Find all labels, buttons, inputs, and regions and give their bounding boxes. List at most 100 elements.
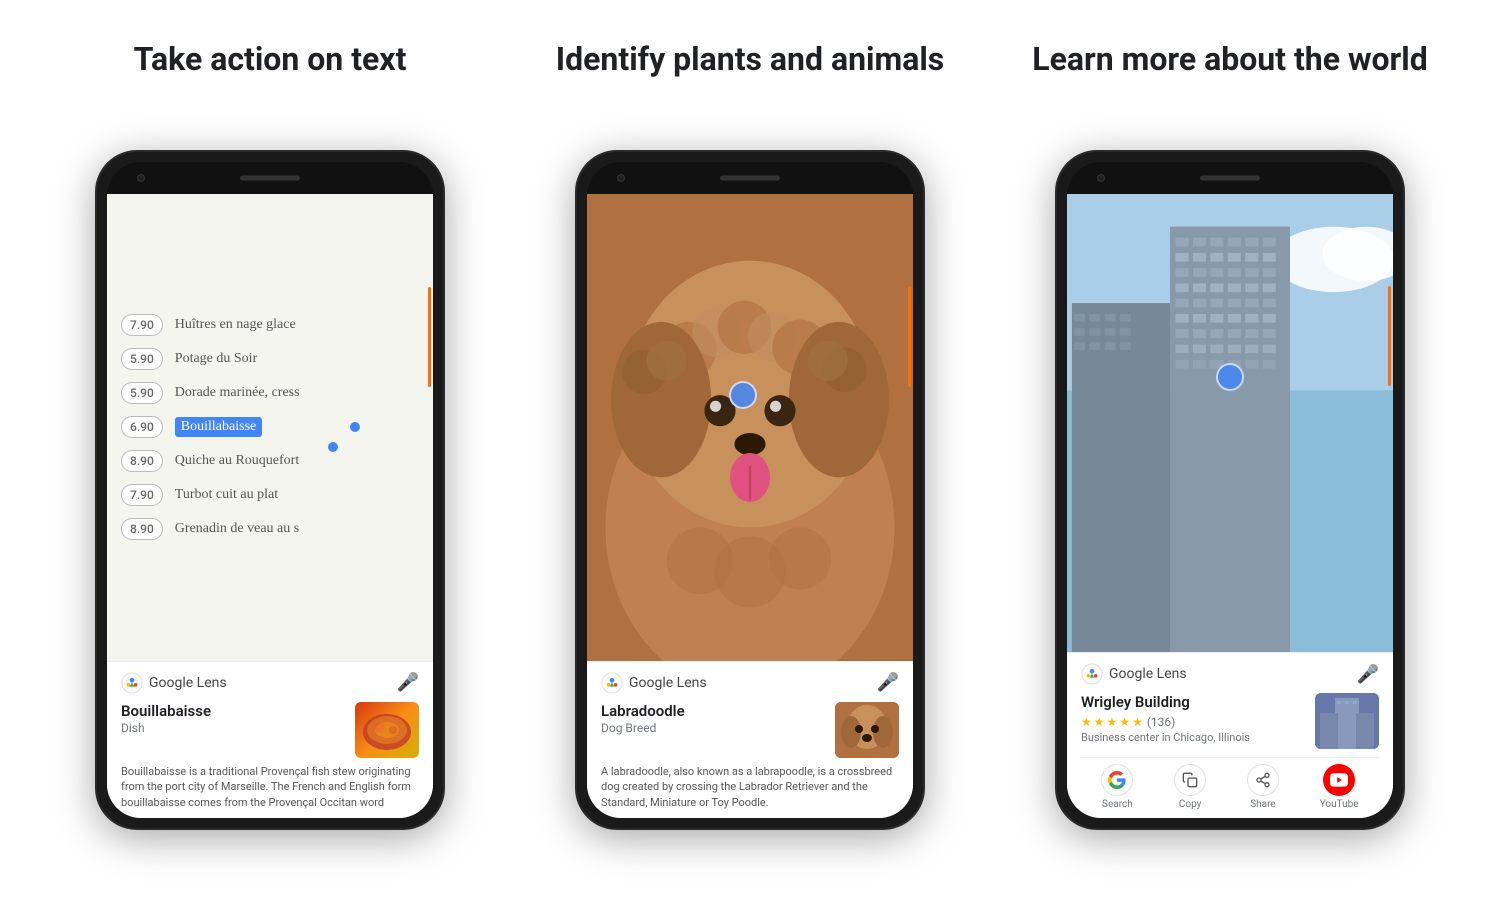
search-action-label: Search	[1102, 799, 1133, 810]
menu-price-6: 7.90	[121, 484, 163, 506]
phone2-bottom-panel: Google Lens 🎤 Labradoodle Dog Breed	[587, 661, 913, 818]
mic-icon-1[interactable]: 🎤	[397, 672, 419, 693]
menu-price-3: 5.90	[121, 382, 163, 404]
star-rating: ★ ★ ★ ★ ★ (136)	[1081, 715, 1307, 729]
building-thumb-svg	[1315, 693, 1379, 749]
menu-item-4-selected: 6.90 Bouillabaisse	[107, 410, 433, 444]
menu-price-5: 8.90	[121, 450, 163, 472]
phone2-screen: Google Lens 🎤 Labradoodle Dog Breed	[587, 194, 913, 818]
menu-item-6: 7.90 Turbot cuit au plat	[107, 478, 433, 512]
phone3-screen: Google Lens 🎤 Wrigley Building ★ ★ ★	[1067, 194, 1393, 818]
phone1-bottom-panel: Google Lens 🎤 Bouillabaisse Dish	[107, 661, 433, 818]
result-thumb-3	[1315, 693, 1379, 749]
dog-thumbnail-img	[835, 702, 899, 758]
result-desc-2: A labradoodle, also known as a labrapood…	[601, 764, 899, 810]
phone3-viewfinder	[1067, 194, 1393, 652]
column-text-action: Take action on text 7.90 Huîtres en nage…	[30, 40, 510, 830]
search-icon-circle	[1101, 764, 1133, 796]
result-subtitle-2: Dog Breed	[601, 721, 827, 735]
lens-logo-1: Google Lens	[121, 672, 227, 694]
youtube-icon-circle	[1323, 764, 1355, 796]
lens-logo-3: Google Lens	[1081, 663, 1187, 685]
menu-price-7: 8.90	[121, 518, 163, 540]
action-youtube[interactable]: YouTube	[1320, 764, 1359, 810]
review-count: (136)	[1147, 715, 1176, 729]
result-row-3: Wrigley Building ★ ★ ★ ★ ★ (136) Busines…	[1081, 693, 1379, 749]
result-desc-1: Bouillabaisse is a traditional Provençal…	[121, 764, 419, 810]
phone-3: Google Lens 🎤 Wrigley Building ★ ★ ★	[1055, 150, 1405, 830]
copy-icon-circle	[1174, 764, 1206, 796]
result-info-3: Wrigley Building ★ ★ ★ ★ ★ (136) Busines…	[1081, 693, 1307, 744]
youtube-action-label: YouTube	[1320, 799, 1359, 810]
col2-title: Identify plants and animals	[556, 40, 944, 120]
lens-logo-text-2: Google Lens	[629, 675, 707, 691]
share-icon-circle	[1247, 764, 1279, 796]
building-svg	[1067, 194, 1393, 652]
youtube-play-icon	[1330, 773, 1348, 787]
menu-price-1: 7.90	[121, 314, 163, 336]
lens-dot-building-inner	[1216, 363, 1244, 391]
phone3-bottom-panel: Google Lens 🎤 Wrigley Building ★ ★ ★	[1067, 652, 1393, 818]
phone-1: 7.90 Huîtres en nage glace 5.90 Potage d…	[95, 150, 445, 830]
menu-item-2: 5.90 Potage du Soir	[107, 342, 433, 376]
food-thumbnail-img	[355, 702, 419, 758]
lens-header-3: Google Lens 🎤	[1081, 663, 1379, 685]
result-info-1: Bouillabaisse Dish	[121, 702, 347, 736]
building-thumbnail-img	[1315, 693, 1379, 749]
result-row-1: Bouillabaisse Dish	[121, 702, 419, 758]
action-buttons-row: Search Copy	[1081, 757, 1379, 810]
scroll-bar-1	[428, 287, 431, 387]
menu-text-3: Dorade marinée, cress	[175, 385, 300, 401]
menu-item-5: 8.90 Quiche au Rouquefort	[107, 444, 433, 478]
phone1-screen: 7.90 Huîtres en nage glace 5.90 Potage d…	[107, 194, 433, 818]
menu-price-4: 6.90	[121, 416, 163, 438]
phone2-speaker	[720, 176, 780, 181]
menu-text-1: Huîtres en nage glace	[175, 317, 296, 333]
lens-logo-text-1: Google Lens	[149, 675, 227, 691]
google-g-icon	[1108, 771, 1126, 789]
building-photo	[1067, 194, 1393, 652]
lens-logo-text-3: Google Lens	[1109, 666, 1187, 682]
column-plants-animals: Identify plants and animals	[510, 40, 990, 830]
action-copy[interactable]: Copy	[1174, 764, 1206, 810]
mic-icon-3[interactable]: 🎤	[1357, 664, 1379, 685]
lens-dot-dog-inner	[729, 381, 757, 409]
result-title-1: Bouillabaisse	[121, 702, 347, 722]
menu-text-4: Bouillabaisse	[175, 417, 262, 437]
lens-dot-building	[1216, 363, 1244, 391]
result-info-2: Labradoodle Dog Breed	[601, 702, 827, 736]
copy-icon	[1182, 772, 1198, 788]
menu-item-7: 8.90 Grenadin de veau au s	[107, 512, 433, 546]
phone2-top-bar	[587, 162, 913, 194]
phone1-viewfinder: 7.90 Huîtres en nage glace 5.90 Potage d…	[107, 194, 433, 661]
result-location: Business center in Chicago, Illinois	[1081, 731, 1307, 744]
phone1-speaker	[240, 176, 300, 181]
mic-icon-2[interactable]: 🎤	[877, 672, 899, 693]
star-half: ★	[1132, 715, 1143, 729]
lens-logo-2: Google Lens	[601, 672, 707, 694]
menu-text-6: Turbot cuit au plat	[175, 487, 278, 503]
lens-header-2: Google Lens 🎤	[601, 672, 899, 694]
col3-title: Learn more about the world	[1032, 40, 1427, 120]
share-action-label: Share	[1250, 799, 1275, 810]
menu-price-2: 5.90	[121, 348, 163, 370]
action-search[interactable]: Search	[1101, 764, 1133, 810]
phone1-top-bar	[107, 162, 433, 194]
menu-text-2: Potage du Soir	[175, 351, 257, 367]
menu-item-1: 7.90 Huîtres en nage glace	[107, 308, 433, 342]
star-1: ★	[1081, 715, 1092, 729]
action-share[interactable]: Share	[1247, 764, 1279, 810]
column-world: Learn more about the world	[990, 40, 1470, 830]
phone2-viewfinder	[587, 194, 913, 661]
result-thumb-1	[355, 702, 419, 758]
food-svg	[355, 702, 419, 758]
google-lens-icon-3	[1081, 663, 1103, 685]
result-title-3: Wrigley Building	[1081, 693, 1307, 713]
menu-background: 7.90 Huîtres en nage glace 5.90 Potage d…	[107, 194, 433, 661]
result-subtitle-1: Dish	[121, 721, 347, 735]
menu-text-7: Grenadin de veau au s	[175, 521, 299, 537]
copy-action-label: Copy	[1179, 799, 1202, 810]
lens-header-1: Google Lens 🎤	[121, 672, 419, 694]
phone2-camera	[617, 174, 625, 182]
share-icon	[1255, 772, 1271, 788]
